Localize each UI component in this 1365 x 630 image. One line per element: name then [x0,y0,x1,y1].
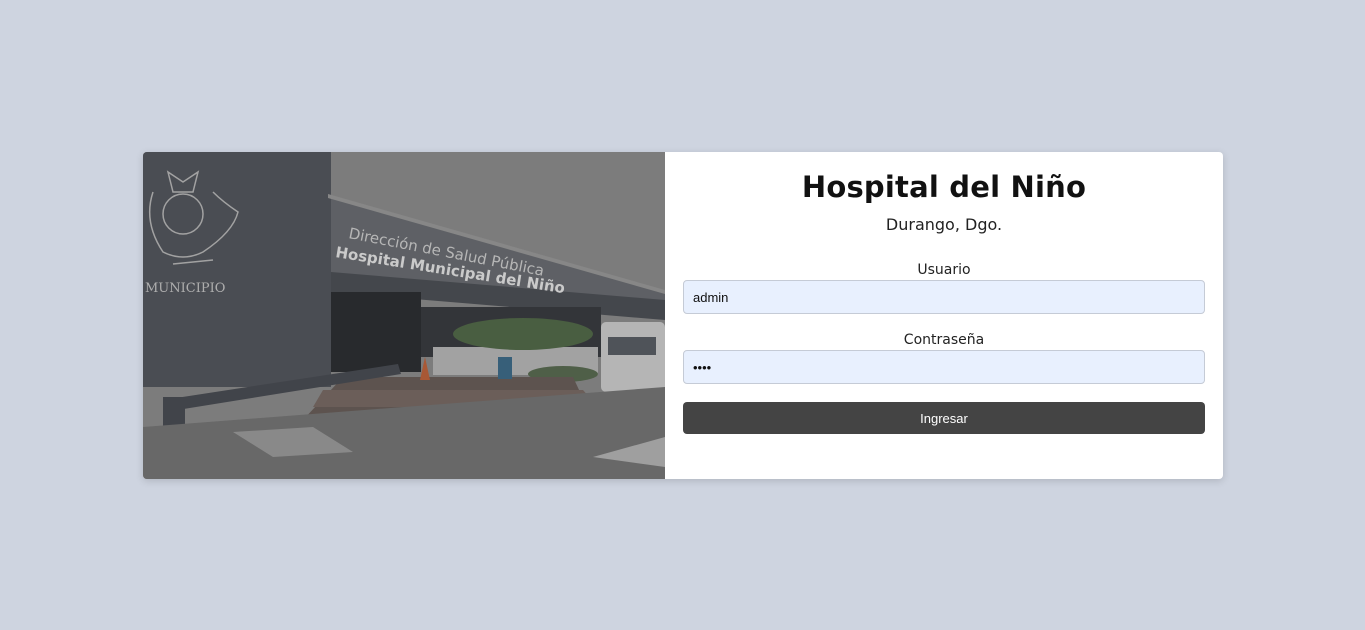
username-input[interactable] [683,280,1205,314]
login-form: Hospital del Niño Durango, Dgo. Usuario … [665,152,1223,479]
location-subtitle: Durango, Dgo. [885,215,1003,234]
username-label: Usuario [917,262,971,278]
password-input[interactable] [683,350,1205,384]
login-button[interactable]: Ingresar [683,402,1205,434]
hospital-building-image: MUNICIPIO Dirección de Salud Pública Hos… [143,152,665,479]
hospital-photo: MUNICIPIO Dirección de Salud Pública Hos… [143,152,665,479]
page-title: Hospital del Niño [801,170,1087,204]
login-card: MUNICIPIO Dirección de Salud Pública Hos… [143,152,1223,479]
password-label: Contraseña [903,332,985,348]
